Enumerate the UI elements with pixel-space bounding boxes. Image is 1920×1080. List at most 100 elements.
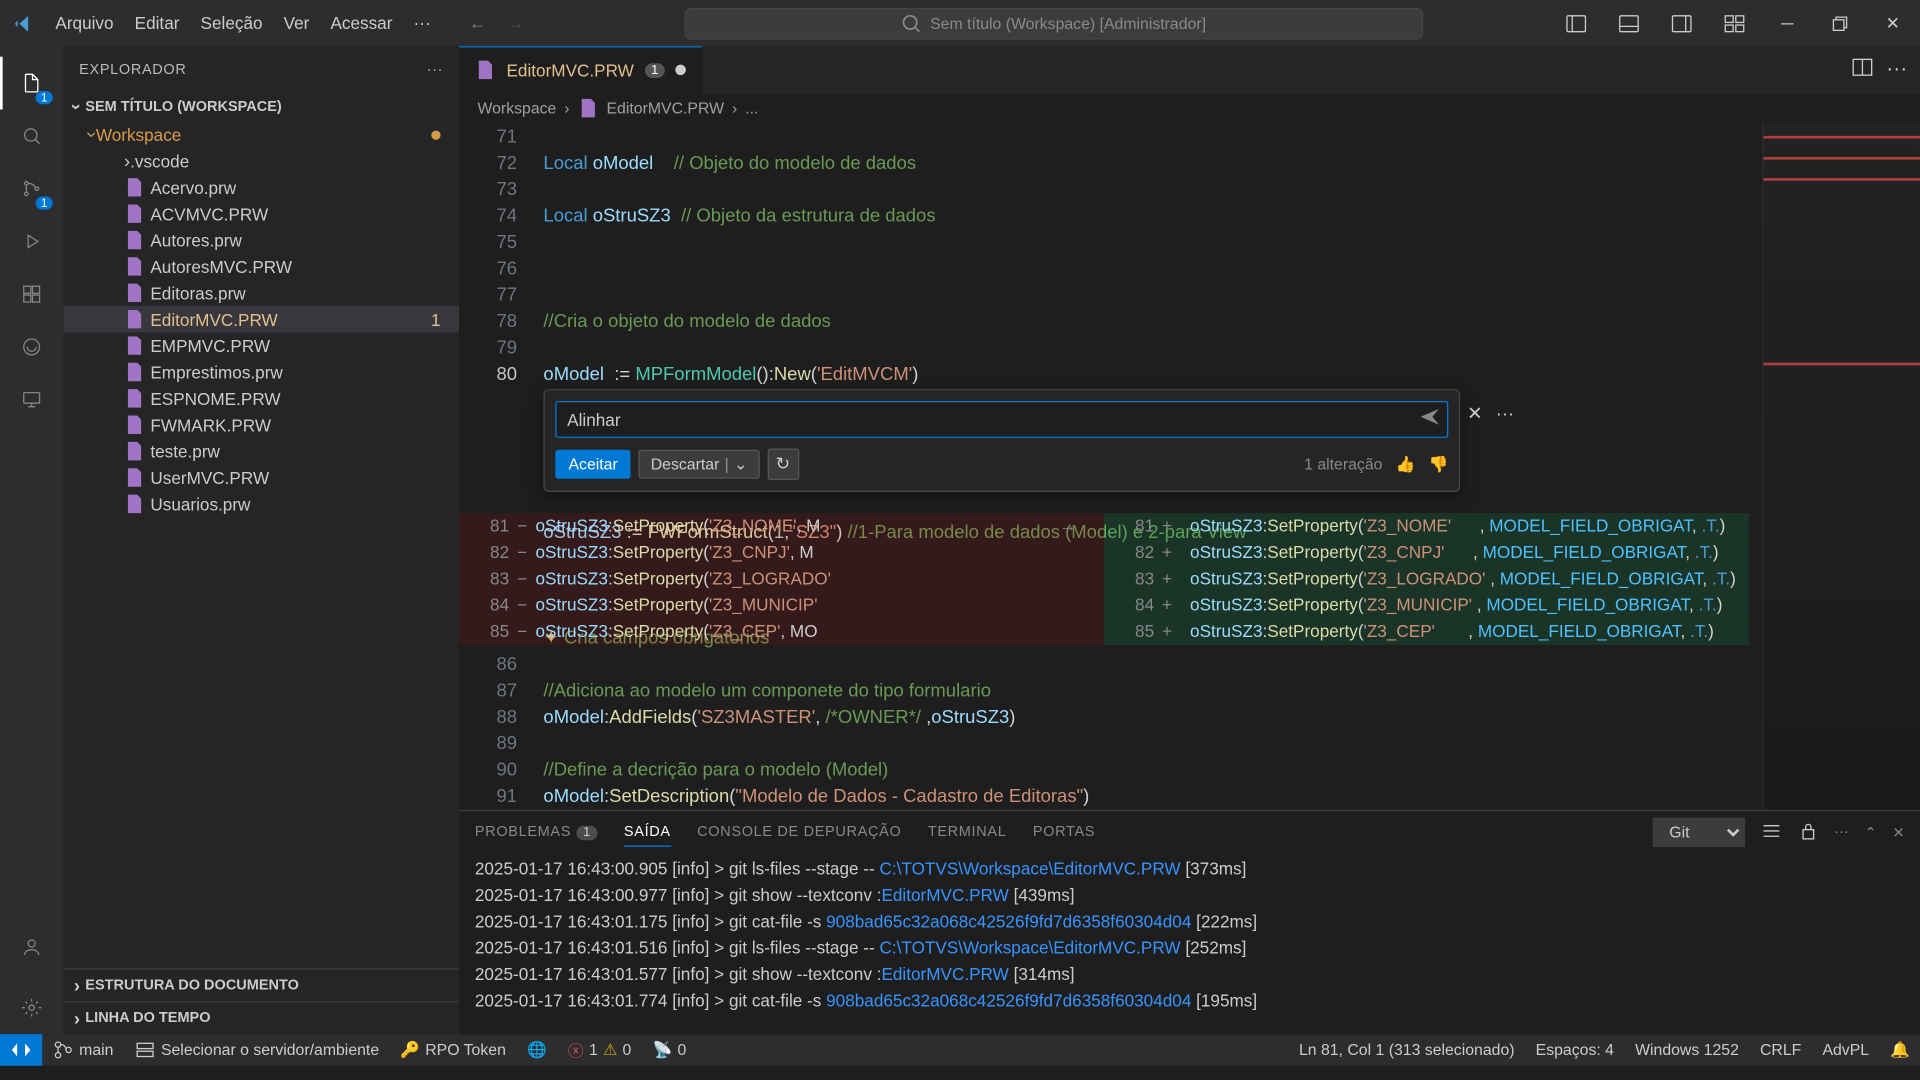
thumbs-up-icon[interactable]: 👍 (1396, 455, 1416, 473)
lock-scroll-icon[interactable] (1797, 820, 1818, 845)
status-ports[interactable]: 📡 0 (642, 1034, 697, 1066)
bottom-panel: PROBLEMAS1 SAÍDA CONSOLE DE DEPURAÇÃO TE… (459, 810, 1920, 1034)
panel-tab-problemas[interactable]: PROBLEMAS1 (475, 819, 598, 845)
activity-extensions[interactable] (0, 268, 63, 321)
activity-account[interactable] (0, 921, 63, 974)
explorer-more-icon[interactable]: ··· (427, 61, 443, 77)
tree-item[interactable]: AutoresMVC.PRW (63, 253, 459, 279)
status-notifications-icon[interactable]: 🔔 (1880, 1034, 1920, 1066)
file-icon (475, 59, 496, 80)
nav-forward-icon[interactable]: → (499, 8, 532, 38)
panel-up-icon[interactable]: ⌃ (1864, 824, 1876, 841)
status-problems[interactable]: ⓧ1 ⚠0 (557, 1034, 642, 1066)
tab-more-icon[interactable]: ··· (1886, 58, 1907, 82)
tree-item[interactable]: EMPMVC.PRW (63, 332, 459, 358)
panel-close-icon[interactable]: ✕ (1892, 824, 1904, 841)
status-branch[interactable]: main (42, 1034, 124, 1066)
remote-indicator[interactable] (0, 1034, 42, 1066)
menu-arquivo[interactable]: Arquivo (46, 8, 123, 38)
panel-tab-saida[interactable]: SAÍDA (624, 818, 671, 846)
tree-item[interactable]: ACVMVC.PRW (63, 200, 459, 226)
status-spaces[interactable]: Espaços: 4 (1525, 1034, 1624, 1066)
panel-more-icon[interactable]: ··· (1834, 824, 1849, 840)
status-cursor[interactable]: Ln 81, Col 1 (313 selecionado) (1288, 1034, 1525, 1066)
chat-more-icon[interactable]: ··· (1496, 402, 1514, 424)
word-wrap-icon[interactable] (1760, 820, 1781, 845)
vscode-logo-icon (0, 13, 46, 34)
layout-right-icon[interactable] (1659, 6, 1704, 40)
timeline-section[interactable]: LINHA DO TEMPO (63, 1001, 459, 1034)
menu-ver[interactable]: Ver (274, 8, 318, 38)
menu-editar[interactable]: Editar (125, 8, 188, 38)
tree-item[interactable]: .vscode (63, 148, 459, 174)
activity-scm[interactable]: 1 (0, 162, 63, 215)
activity-settings[interactable] (0, 981, 63, 1034)
status-eol[interactable]: CRLF (1749, 1034, 1811, 1066)
status-encoding[interactable]: Windows 1252 (1625, 1034, 1750, 1066)
file-icon (124, 467, 145, 488)
file-icon (124, 388, 145, 409)
tree-item[interactable]: FWMARK.PRW (63, 412, 459, 438)
tab-problems-badge: 1 (644, 63, 665, 78)
menu-acessar[interactable]: Acessar (321, 8, 401, 38)
tree-item[interactable]: Editoras.prw (63, 280, 459, 306)
status-lang[interactable]: AdvPL (1812, 1034, 1880, 1066)
output-body[interactable]: 2025-01-17 16:43:00.905 [info] > git ls-… (459, 853, 1920, 1034)
menu-bar: Arquivo Editar Seleção Ver Acessar ··· (46, 8, 440, 38)
workspace-section[interactable]: SEM TÍTULO (WORKSPACE) (63, 92, 459, 121)
outline-section[interactable]: ESTRUTURA DO DOCUMENTO (63, 968, 459, 1001)
window-close-icon[interactable]: ✕ (1870, 6, 1915, 40)
panel-tab-portas[interactable]: PORTAS (1033, 819, 1095, 845)
tree-item[interactable]: EditorMVC.PRW1 (63, 306, 459, 332)
activity-remote[interactable] (0, 373, 63, 426)
panel-tab-console[interactable]: CONSOLE DE DEPURAÇÃO (697, 819, 901, 845)
panel-tab-terminal[interactable]: TERMINAL (928, 819, 1007, 845)
accept-button[interactable]: Aceitar (555, 450, 631, 479)
inline-chat-input[interactable] (555, 401, 1448, 438)
activity-totvs[interactable] (0, 321, 63, 374)
activity-explorer[interactable]: 1 (0, 57, 63, 110)
layout-customize-icon[interactable] (1712, 6, 1757, 40)
file-icon (577, 98, 598, 119)
nav-back-icon[interactable]: ← (461, 8, 494, 38)
thumbs-down-icon[interactable]: 👎 (1429, 455, 1449, 473)
menu-more[interactable]: ··· (404, 8, 440, 38)
command-center[interactable]: Sem título (Workspace) [Administrador] (684, 7, 1423, 39)
tree-item[interactable]: Acervo.prw (63, 174, 459, 200)
tree-item[interactable]: Emprestimos.prw (63, 359, 459, 385)
output-channel-select[interactable]: Git (1652, 818, 1744, 847)
minimap[interactable] (1762, 123, 1920, 810)
tab-bar: EditorMVC.PRW 1 ··· (459, 46, 1920, 93)
send-icon[interactable] (1419, 406, 1440, 431)
file-icon (124, 203, 145, 224)
breadcrumbs[interactable]: Workspace› EditorMVC.PRW› ... (459, 94, 1920, 123)
close-icon[interactable]: ✕ (1467, 402, 1482, 424)
activity-search[interactable] (0, 109, 63, 162)
tree-folder-workspace[interactable]: Workspace (63, 121, 459, 147)
tree-item[interactable]: ESPNOME.PRW (63, 385, 459, 411)
menu-selecao[interactable]: Seleção (191, 8, 271, 38)
discard-button[interactable]: Descartar | ⌄ (639, 450, 759, 479)
status-bar: main Selecionar o servidor/ambiente 🔑 RP… (0, 1034, 1920, 1066)
activity-debug[interactable] (0, 215, 63, 268)
diff-view: 81−oStruSZ3:SetProperty('Z3_NOME', M→81+… (459, 513, 1749, 645)
status-rpo[interactable]: 🔑 RPO Token (390, 1034, 517, 1066)
tree-item[interactable]: Autores.prw (63, 227, 459, 253)
tree-item[interactable]: Usuarios.prw (63, 491, 459, 517)
tab-editormvc[interactable]: EditorMVC.PRW 1 (459, 46, 703, 93)
file-icon (124, 177, 145, 198)
tree-item[interactable]: teste.prw (63, 438, 459, 464)
status-server[interactable]: Selecionar o servidor/ambiente (124, 1034, 390, 1066)
file-tree: Workspace .vscodeAcervo.prwACVMVC.PRWAut… (63, 121, 459, 968)
layout-bottom-icon[interactable] (1607, 6, 1652, 40)
window-restore-icon[interactable] (1818, 6, 1863, 40)
tree-item[interactable]: UserMVC.PRW (63, 464, 459, 490)
chevron-down-icon (74, 96, 80, 117)
layout-left-icon[interactable] (1554, 6, 1599, 40)
command-center-text: Sem título (Workspace) [Administrador] (930, 14, 1206, 32)
code-editor[interactable]: 717273 747576 777879 80 Local oModel // … (459, 123, 1920, 810)
split-editor-icon[interactable] (1852, 56, 1873, 84)
rerun-icon[interactable]: ↻ (767, 448, 799, 480)
window-minimize-icon[interactable]: ─ (1765, 6, 1810, 40)
status-language-indicator[interactable]: 🌐 (516, 1034, 557, 1066)
